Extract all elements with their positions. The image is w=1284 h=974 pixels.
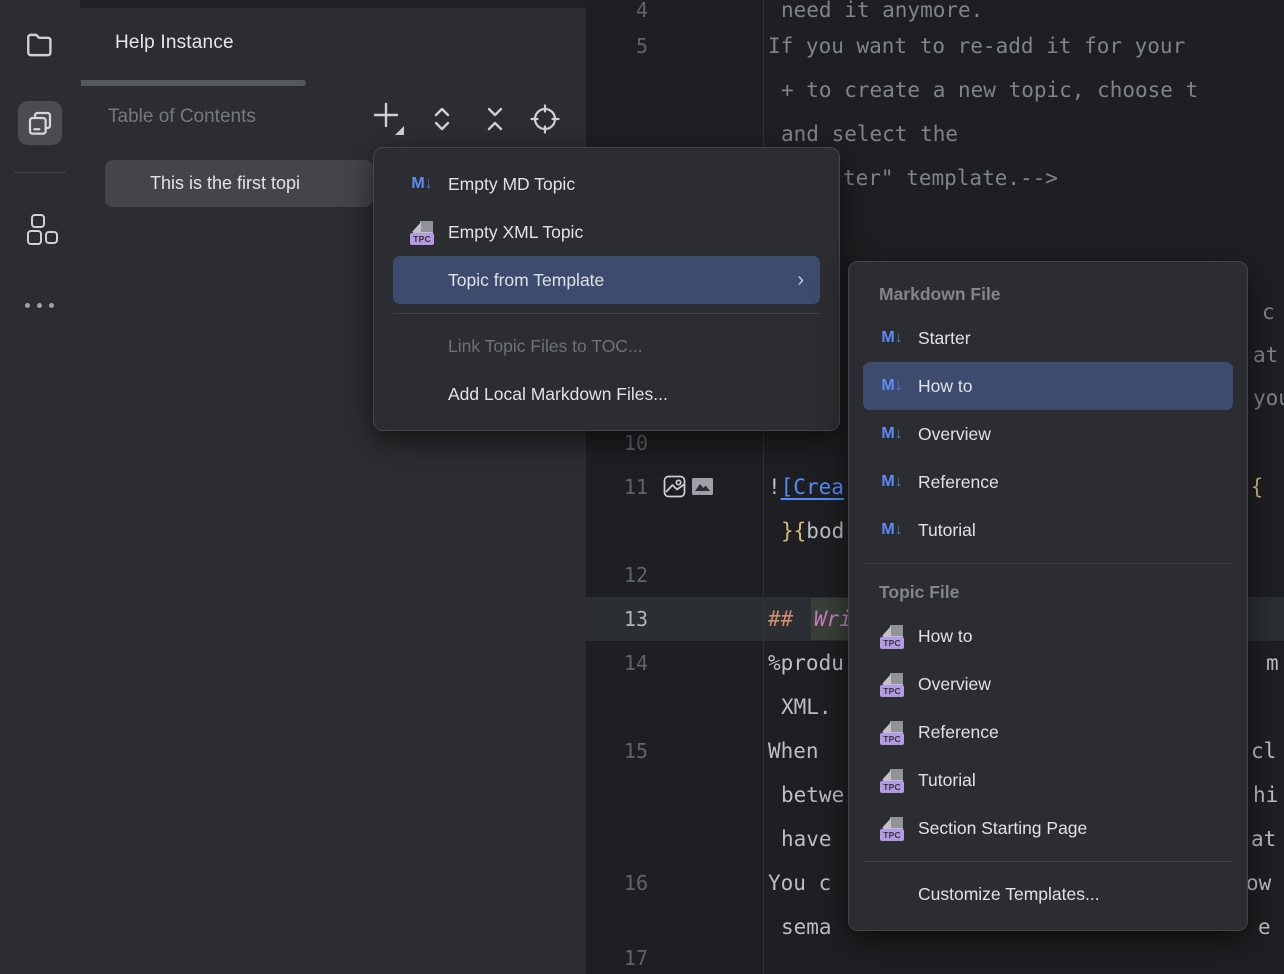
stripe-divider [14,172,66,173]
line-number: 10 [586,429,648,457]
code-line-5: If you want to re-add it for your [768,32,1185,60]
submenu-item-how-to-md[interactable]: M↓ How to [863,362,1233,410]
submenu-item-reference-topic[interactable]: TPC Reference [863,708,1233,756]
code-fragment: c [1262,298,1275,326]
code-line-14: %produ [768,649,844,677]
folder-icon [24,29,56,61]
expand-all-icon [426,102,458,136]
submenu-arrow-icon: › [797,270,804,290]
code-line-5-wrap-1: + to create a new topic, choose t [781,76,1198,104]
menu-item-empty-xml-topic[interactable]: TPC Empty XML Topic [393,208,820,256]
structure-icon [20,209,60,249]
code-line-4: need it anymore. [781,0,983,24]
code-line-15-wrap-1: betwe [781,781,844,809]
line-number: 11 [586,473,648,501]
code-line-16-wrap: sema [781,913,832,941]
collapse-all-button[interactable] [478,102,512,136]
topic-file-icon: TPC [879,671,905,697]
menu-item-add-local-markdown-files[interactable]: Add Local Markdown Files... [393,370,820,418]
line-number: 16 [586,869,648,897]
code-fragment: e [1258,913,1271,941]
topic-from-template-submenu: Markdown File M↓ Starter M↓ How to M↓ Ov… [848,261,1248,931]
markdown-file-icon: M↓ [879,517,905,543]
line-number: 4 [586,0,648,24]
topic-file-icon: TPC [879,767,905,793]
activity-bar [0,0,81,974]
structure-tool-button[interactable] [18,207,62,251]
submenu-section-header: Markdown File [863,274,1233,314]
submenu-item-how-to-topic[interactable]: TPC How to [863,612,1233,660]
expand-all-button[interactable] [425,102,459,136]
more-tool-windows-button[interactable] [25,303,54,308]
code-fragment: at [1251,825,1276,853]
submenu-item-customize-templates[interactable]: Customize Templates... [863,870,1233,918]
line-number: 5 [586,32,648,60]
panel-top-strip [80,0,586,8]
menu-separator [863,554,1233,572]
add-topic-menu: M↓ Empty MD Topic TPC Empty XML Topic To… [373,147,840,431]
markdown-file-icon: M↓ [409,171,435,197]
documents-icon [25,108,55,138]
code-line-13-heading: Wri [814,605,852,633]
collapse-all-icon [479,102,511,136]
menu-separator [863,852,1233,870]
toc-item-label: This is the first topi [105,173,300,194]
line-number: 12 [586,561,648,589]
code-line-13-hashes: ## [768,605,793,633]
submenu-section-header: Topic File [863,572,1233,612]
topic-file-icon: TPC [879,719,905,745]
locate-icon [528,102,562,136]
submenu-item-starter[interactable]: M↓ Starter [863,314,1233,362]
line-number: 17 [586,944,648,972]
toc-header-label: Table of Contents [108,106,256,128]
topic-file-icon: TPC [879,623,905,649]
project-folder-button[interactable] [18,23,62,67]
add-icon [370,99,408,139]
more-icon [25,303,30,308]
menu-item-empty-md-topic[interactable]: M↓ Empty MD Topic [393,160,820,208]
code-line-14-wrap: XML. [781,693,832,721]
menu-item-topic-from-template[interactable]: Topic from Template › [393,256,820,304]
markdown-file-icon: M↓ [879,421,905,447]
code-line-15-wrap-2: have [781,825,832,853]
code-line-5-wrap-3: ter" template.--> [843,164,1058,192]
code-fragment: ow [1246,869,1271,897]
code-line-5-wrap-2: and select the [781,120,958,148]
code-fragment: you [1253,384,1284,412]
submenu-item-tutorial-topic[interactable]: TPC Tutorial [863,756,1233,804]
menu-item-link-topic-files[interactable]: Link Topic Files to TOC... [393,322,820,370]
line-number-current: 13 [586,605,648,633]
line-number: 15 [586,737,648,765]
markdown-file-icon: M↓ [879,373,905,399]
ide-window: Help Instance Table of Contents [0,0,1284,974]
code-fragment: cl [1251,737,1276,765]
toc-item-selected[interactable]: This is the first topi [105,160,373,207]
code-line-15: When [768,737,819,765]
image-outline-gutter-icon[interactable] [663,475,686,498]
submenu-item-reference-md[interactable]: M↓ Reference [863,458,1233,506]
code-fragment: hi [1253,781,1278,809]
toc-tool-button[interactable] [18,101,62,145]
submenu-item-tutorial-md[interactable]: M↓ Tutorial [863,506,1233,554]
code-fragment: at [1253,341,1278,369]
tool-window-title: Help Instance [115,32,234,54]
topic-file-icon: TPC [879,815,905,841]
code-fragment: m [1266,649,1279,677]
markdown-file-icon: M↓ [879,325,905,351]
submenu-item-overview-topic[interactable]: TPC Overview [863,660,1233,708]
menu-separator [393,304,820,322]
markdown-file-icon: M↓ [879,469,905,495]
add-topic-button[interactable] [372,102,406,136]
line-number: 14 [586,649,648,677]
markdown-link[interactable]: [Crea [781,475,844,499]
submenu-item-section-starting-page[interactable]: TPC Section Starting Page [863,804,1233,852]
code-line-16: You c [768,869,831,897]
image-preview-gutter-icon[interactable] [692,477,713,496]
topic-file-icon: TPC [409,219,435,245]
code-line-11: ![Crea [768,473,844,501]
code-line-11-wrap: }{bod [781,517,844,545]
tab-indicator [81,80,306,86]
submenu-item-overview-md[interactable]: M↓ Overview [863,410,1233,458]
locate-in-toc-button[interactable] [528,102,562,136]
